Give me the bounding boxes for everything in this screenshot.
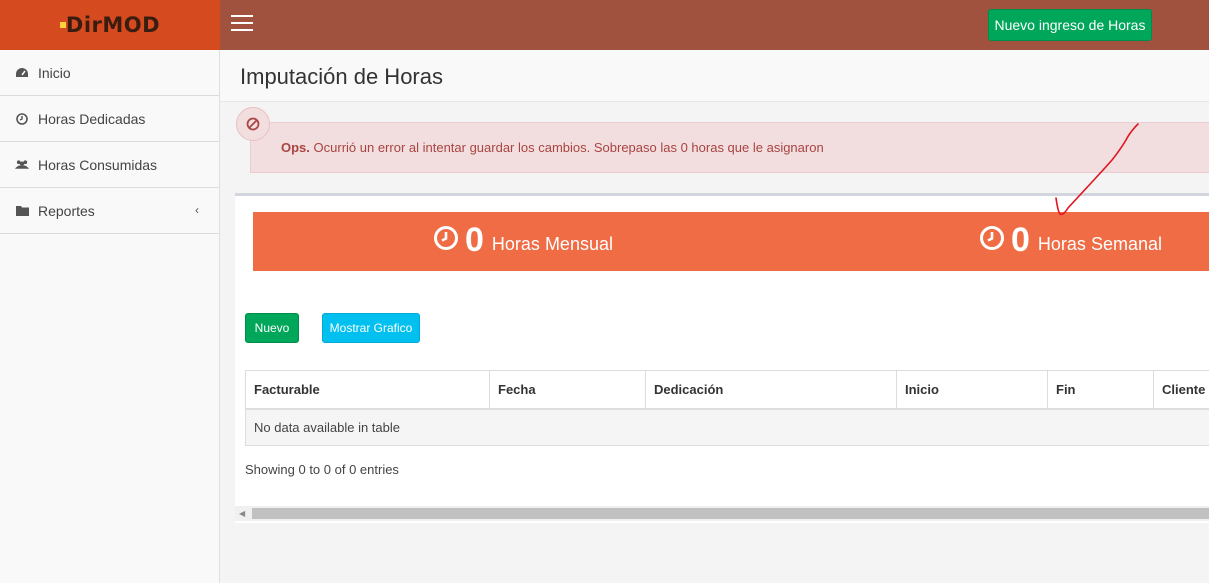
column-header[interactable]: Fin [1047, 370, 1154, 410]
weekly-hours-stat: 0 Horas Semanal [979, 220, 1162, 260]
horizontal-scrollbar[interactable]: ◀ [235, 506, 1209, 521]
page-header: Imputación de Horas [220, 50, 1209, 102]
table-header-row: Facturable Fecha Dedicación Inicio Fin C… [245, 370, 1209, 410]
clock-icon [15, 112, 29, 126]
sidebar-item-label: Horas Consumidas [38, 156, 158, 173]
new-hours-button[interactable]: Nuevo ingreso de Horas [988, 9, 1152, 41]
new-entry-button[interactable]: Nuevo [245, 313, 299, 343]
hours-summary-banner: 0 Horas Mensual 0 Horas Semanal [253, 212, 1209, 271]
sidebar-item-label: Reportes [38, 202, 95, 219]
monthly-hours-value: 0 [465, 221, 484, 259]
clock-icon [433, 225, 459, 256]
clock-icon [979, 225, 1005, 256]
page-title: Imputación de Horas [240, 64, 443, 89]
top-navbar: Nuevo ingreso de Horas [220, 0, 1209, 50]
error-alert: Ops. Ocurrió un error al intentar guarda… [250, 122, 1209, 173]
sidebar-item-label: Inicio [38, 64, 71, 81]
empty-table-message: No data available in table [245, 408, 1209, 446]
sidebar-item-inicio[interactable]: Inicio [0, 50, 219, 96]
show-chart-button[interactable]: Mostrar Grafico [322, 313, 420, 343]
folder-icon [15, 204, 29, 218]
alert-message: Ocurrió un error al intentar guardar los… [309, 140, 824, 155]
ban-icon [236, 107, 270, 141]
alert-title: Ops. [281, 140, 310, 155]
sidebar-item-reportes[interactable]: Reportes ‹ [0, 188, 219, 234]
table-row: No data available in table [245, 408, 1209, 446]
brand-logo-area[interactable]: DirMOD [0, 0, 220, 50]
column-header[interactable]: Fecha [489, 370, 646, 410]
hours-table: Facturable Fecha Dedicación Inicio Fin C… [245, 370, 1209, 446]
users-icon [15, 158, 29, 172]
sidebar-item-horas-dedicadas[interactable]: Horas Dedicadas [0, 96, 219, 142]
scroll-left-icon[interactable]: ◀ [239, 509, 245, 518]
column-header[interactable]: Cliente [1153, 370, 1209, 410]
table-info: Showing 0 to 0 of 0 entries [245, 462, 399, 477]
column-header[interactable]: Dedicación [645, 370, 897, 410]
sidebar-item-label: Horas Dedicadas [38, 110, 146, 127]
scrollbar-thumb[interactable] [252, 508, 1209, 519]
main-content: Imputación de Horas Ops. Ocurrió un erro… [220, 50, 1209, 583]
monthly-hours-label: Horas Mensual [491, 233, 613, 254]
column-header[interactable]: Inicio [896, 370, 1048, 410]
column-header[interactable]: Facturable [245, 370, 490, 410]
chevron-left-icon[interactable]: ‹ [195, 203, 199, 217]
logo-dot [59, 22, 66, 28]
weekly-hours-label: Horas Semanal [1037, 233, 1162, 254]
brand-logo: DirMOD [59, 13, 161, 37]
menu-toggle-icon[interactable] [231, 15, 253, 33]
sidebar: Inicio Horas Dedicadas Horas Consumidas … [0, 50, 220, 583]
dashboard-icon [15, 66, 29, 80]
hours-box: 0 Horas Mensual 0 Horas Semanal Nuevo Mo… [235, 193, 1209, 523]
logo-text: DirMOD [65, 13, 161, 37]
monthly-hours-stat: 0 Horas Mensual [433, 220, 613, 260]
weekly-hours-value: 0 [1011, 221, 1030, 259]
sidebar-item-horas-consumidas[interactable]: Horas Consumidas [0, 142, 219, 188]
